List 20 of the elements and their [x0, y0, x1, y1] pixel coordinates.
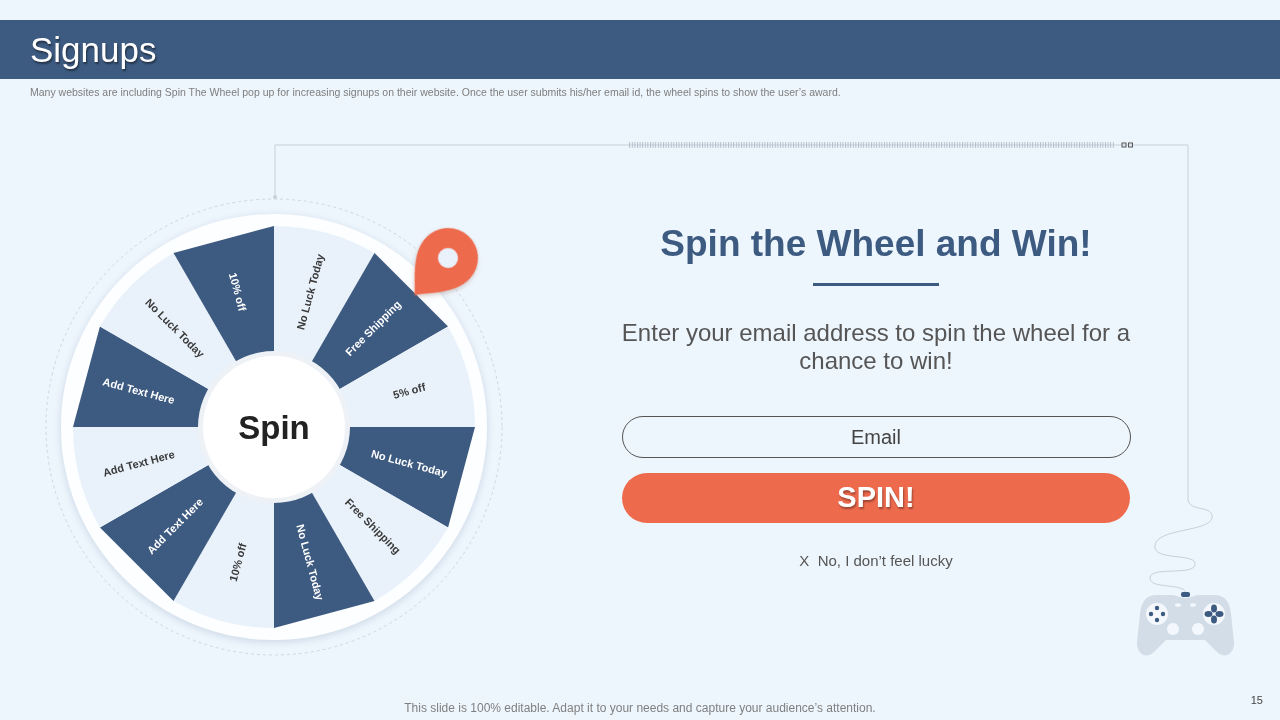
double-square-icon: [1121, 142, 1133, 148]
segment-label: No Luck Today: [294, 252, 327, 331]
segment-label: No Luck Today: [294, 523, 327, 602]
slide-description: Many websites are including Spin The Wheel pop up for increasing signups on their website. Once the user submits his/her email id, the wheel spins to show the user’s award.: [30, 85, 841, 99]
slide-title: Signups: [30, 29, 157, 70]
form-prompt: Enter your email address to spin the wheel for a chance to win!: [620, 319, 1132, 375]
segment-label: No Luck Today: [370, 447, 449, 480]
dismiss-link[interactable]: X No, I don’t feel lucky: [799, 552, 953, 570]
map-pin-icon: [414, 228, 478, 296]
form-heading: Spin the Wheel and Win!: [660, 222, 1092, 266]
page-number: 15: [1250, 693, 1263, 708]
segment-label: 10% off: [226, 541, 249, 583]
email-field[interactable]: Email: [621, 416, 1131, 458]
gamepad-icon: [1136, 592, 1235, 656]
footer-note: This slide is 100% editable. Adapt it to your needs and capture your audience’s attention.: [404, 700, 876, 716]
segment-label: 5% off: [391, 380, 427, 401]
hub-label: Spin: [238, 408, 310, 446]
segment-label: 10% off: [226, 271, 249, 313]
segment-label: Add Text Here: [101, 375, 176, 407]
segment-label: Add Text Here: [101, 447, 176, 479]
